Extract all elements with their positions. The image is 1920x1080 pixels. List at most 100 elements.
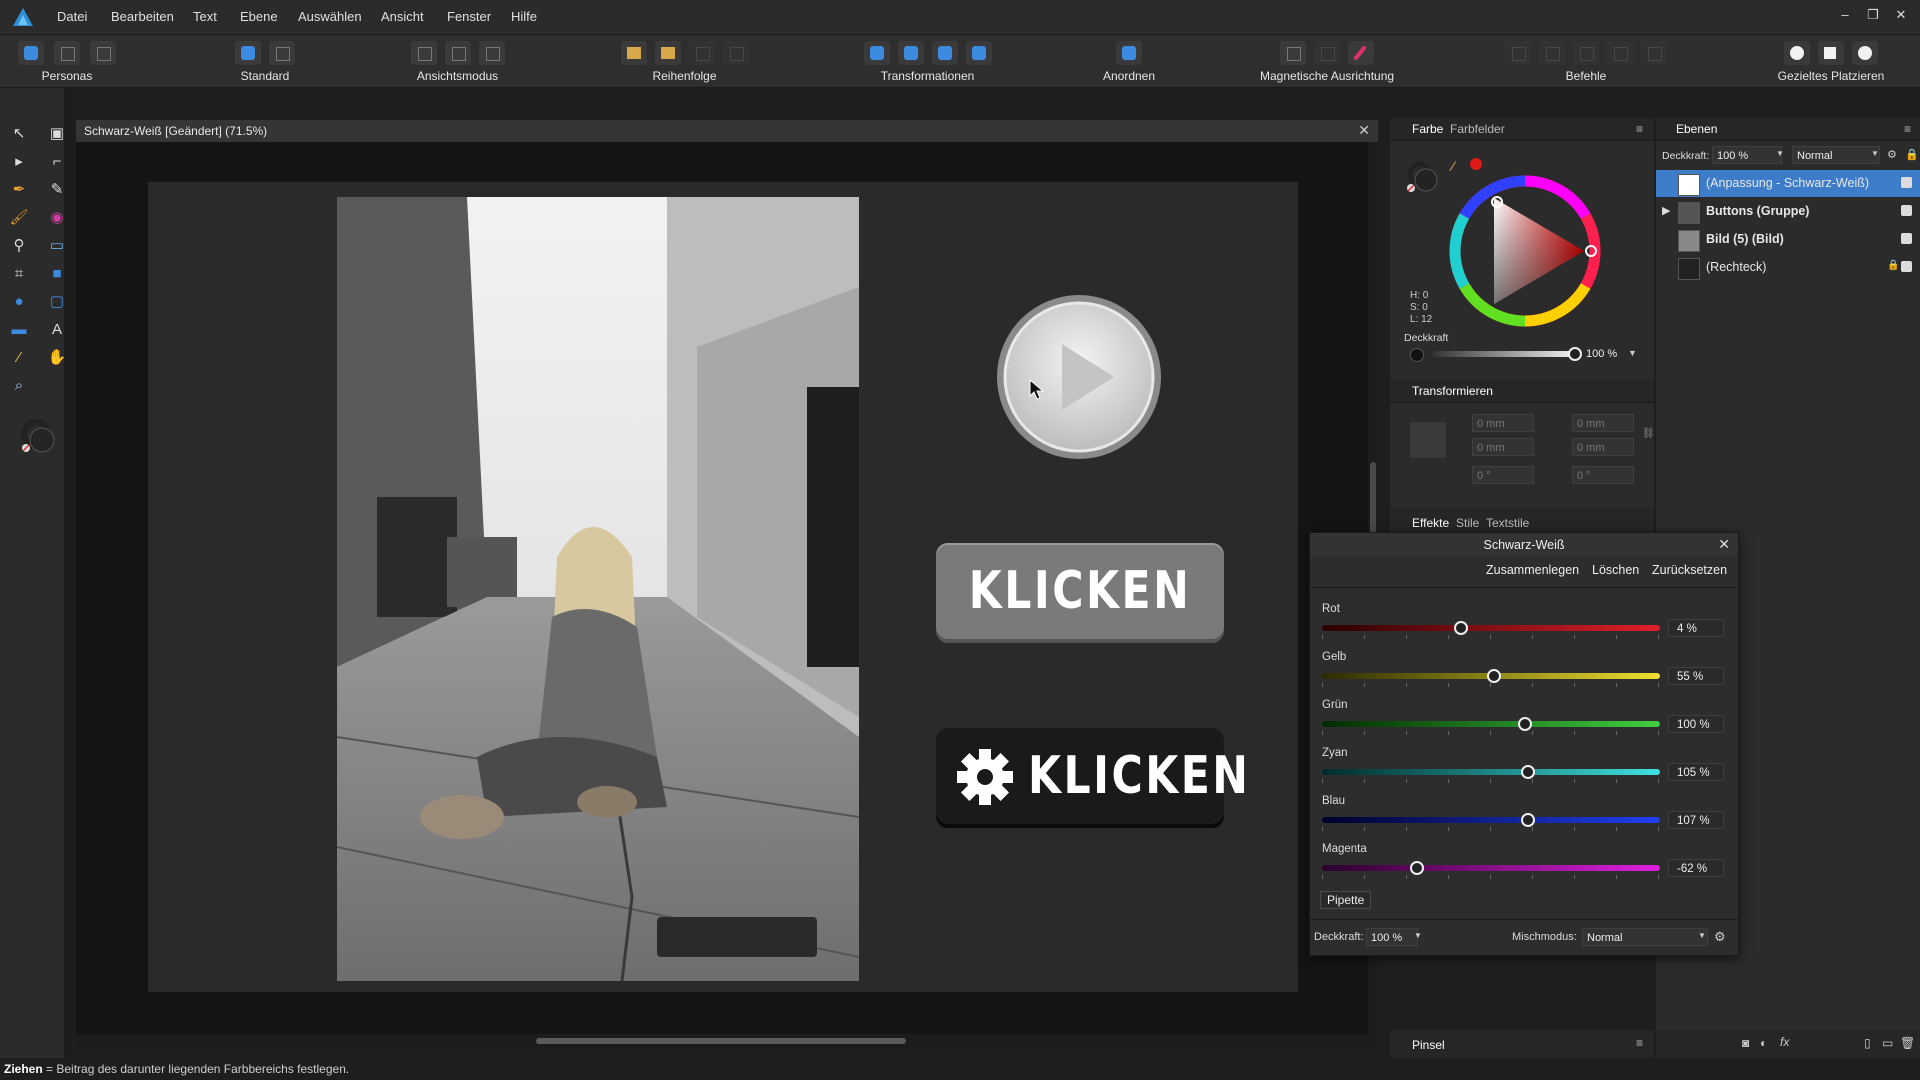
delete-button[interactable]: Löschen	[1592, 563, 1639, 577]
dialog-opacity-field[interactable]: 100 %	[1366, 928, 1418, 946]
gear-icon[interactable]: ⚙	[1887, 148, 1897, 161]
hand-tool-icon[interactable]: ✋	[46, 346, 68, 368]
transform-x-field[interactable]: 0 mm	[1472, 414, 1534, 432]
layer-row-buttons-group[interactable]: ▶ Buttons (Gruppe)	[1656, 198, 1920, 225]
horizontal-scroll-thumb[interactable]	[536, 1038, 906, 1044]
color-opacity-slider[interactable]	[1432, 351, 1572, 357]
tab-pinsel[interactable]: Pinsel	[1412, 1038, 1445, 1052]
delete-layer-icon[interactable]: 🗑	[1900, 1036, 1915, 1050]
menu-bearbeiten[interactable]: Bearbeiten	[111, 0, 174, 34]
document-tab[interactable]: Schwarz-Weiß [Geändert] (71.5%) ✕	[76, 120, 1378, 142]
assistant-icon[interactable]	[269, 41, 295, 65]
rectangle-tool-icon[interactable]: ■	[46, 262, 68, 284]
dialog-blend-mode[interactable]: Normal	[1582, 928, 1708, 946]
slider-value-field[interactable]: 100 %	[1668, 715, 1724, 733]
panel-menu-icon[interactable]: ≡	[1636, 1036, 1643, 1050]
slider-thumb[interactable]	[1409, 861, 1424, 875]
menu-fenster[interactable]: Fenster	[447, 0, 491, 34]
node-tool-icon[interactable]: ▸	[8, 150, 30, 172]
play-button-graphic[interactable]	[994, 292, 1164, 462]
corner-tool-icon[interactable]: ⌐	[46, 150, 68, 172]
ellipse-tool-icon[interactable]: ●	[8, 290, 30, 312]
slider-track[interactable]	[1322, 865, 1660, 871]
close-window-button[interactable]: ✕	[1886, 0, 1916, 30]
slider-value-field[interactable]: 55 %	[1668, 667, 1724, 685]
transform-y-field[interactable]: 0 mm	[1472, 438, 1534, 456]
slider-value-field[interactable]: -62 %	[1668, 859, 1724, 877]
fill-stroke-swatch-icon[interactable]	[18, 416, 60, 458]
merge-button[interactable]: Zusammenlegen	[1486, 563, 1579, 577]
color-picker-tool-icon[interactable]: ⁄	[8, 346, 30, 368]
tab-farbfelder[interactable]: Farbfelder	[1450, 122, 1505, 136]
move-to-front-icon[interactable]	[722, 41, 749, 65]
lock-aspect-icon[interactable]: ⛓	[1642, 428, 1655, 439]
fill-stroke-swatch-icon[interactable]	[1404, 158, 1444, 198]
transform-w-field[interactable]: 0 mm	[1572, 414, 1634, 432]
color-wheel[interactable]	[1444, 170, 1606, 332]
lock-icon[interactable]: 🔒	[1887, 260, 1899, 271]
move-to-back-icon[interactable]	[620, 41, 647, 65]
gear-icon[interactable]: ⚙	[1714, 929, 1726, 945]
mask-icon[interactable]: ◙	[1742, 1036, 1749, 1050]
adjustment-icon[interactable]: ◐	[1760, 1036, 1767, 1050]
chevron-down-icon[interactable]: ▼	[1871, 149, 1879, 158]
expand-arrow-icon[interactable]: ▶	[1662, 204, 1670, 217]
layer-row-bw-adjustment[interactable]: (Anpassung - Schwarz-Weiß)	[1656, 170, 1920, 197]
move-back-icon[interactable]	[654, 41, 681, 65]
text-tool-icon[interactable]: A	[46, 318, 68, 340]
place-behind-icon[interactable]	[1784, 41, 1810, 65]
move-tool-icon[interactable]: ↖	[8, 122, 30, 144]
snapping-grid-icon[interactable]	[1280, 41, 1306, 65]
tab-farbe[interactable]: Farbe	[1412, 122, 1443, 136]
crop-tool-icon[interactable]: ⌗	[8, 262, 30, 284]
chevron-down-icon[interactable]: ▼	[1776, 149, 1784, 158]
tab-stile[interactable]: Stile	[1456, 516, 1479, 530]
magnet-icon[interactable]	[1348, 41, 1374, 65]
lock-icon[interactable]: 🔒	[1905, 148, 1919, 161]
reset-button[interactable]: Zurücksetzen	[1652, 563, 1727, 577]
horizontal-scrollbar[interactable]	[76, 1034, 1378, 1048]
klicken-button-2[interactable]: KLICKEN	[936, 728, 1248, 824]
transform-rotate-field[interactable]: 0 °	[1472, 466, 1534, 484]
visibility-checkbox[interactable]	[1901, 205, 1912, 216]
add-layer-icon[interactable]: ▯	[1864, 1036, 1871, 1050]
slider-thumb[interactable]	[1453, 621, 1468, 635]
menu-datei[interactable]: Datei	[57, 0, 87, 34]
menu-text[interactable]: Text	[193, 0, 217, 34]
pin-tool-icon[interactable]: ⚲	[8, 234, 30, 256]
move-forward-icon[interactable]	[688, 41, 715, 65]
panel-menu-icon[interactable]: ≡	[1904, 122, 1911, 136]
pen-tool-icon[interactable]: ✒	[8, 178, 30, 200]
slider-value-field[interactable]: 105 %	[1668, 763, 1724, 781]
color-opacity-value[interactable]: 100 %	[1586, 348, 1617, 360]
transform-h-field[interactable]: 0 mm	[1572, 438, 1634, 456]
tab-effekte[interactable]: Effekte	[1412, 516, 1449, 530]
visibility-checkbox[interactable]	[1901, 261, 1912, 272]
slider-thumb[interactable]	[1521, 813, 1536, 827]
flip-vertical-icon[interactable]	[897, 41, 924, 65]
pipette-button[interactable]: Pipette	[1320, 891, 1372, 909]
pixel-persona-icon[interactable]	[54, 41, 80, 65]
layer-row-rectangle[interactable]: (Rechteck) 🔒	[1656, 254, 1920, 281]
red-swatch[interactable]	[1470, 158, 1482, 170]
share-icon[interactable]	[235, 41, 261, 65]
rounded-rect-tool-icon[interactable]: ▢	[46, 290, 68, 312]
close-document-button[interactable]: ✕	[1358, 122, 1370, 139]
chevron-down-icon[interactable]: ▼	[1698, 931, 1706, 940]
menu-ebene[interactable]: Ebene	[240, 0, 278, 34]
pencil-tool-icon[interactable]: ✎	[46, 178, 68, 200]
slider-thumb[interactable]	[1517, 717, 1532, 731]
place-image-tool-icon[interactable]: ▭	[46, 234, 68, 256]
view-mode-outline-icon[interactable]	[478, 41, 505, 65]
menu-ansicht[interactable]: Ansicht	[381, 0, 424, 34]
view-mode-pixel-icon[interactable]	[410, 41, 437, 65]
tab-transformieren[interactable]: Transformieren	[1412, 384, 1493, 398]
slider-track[interactable]	[1322, 721, 1660, 727]
slider-track[interactable]	[1322, 625, 1660, 631]
slider-value-field[interactable]: 107 %	[1668, 811, 1724, 829]
chevron-down-icon[interactable]: ▼	[1414, 931, 1422, 940]
view-mode-retina-icon[interactable]	[444, 41, 471, 65]
klicken-button-1[interactable]: KLICKEN	[936, 543, 1224, 639]
zoom-tool-icon[interactable]: ⌕	[8, 374, 30, 396]
slider-value-field[interactable]: 4 %	[1668, 619, 1724, 637]
